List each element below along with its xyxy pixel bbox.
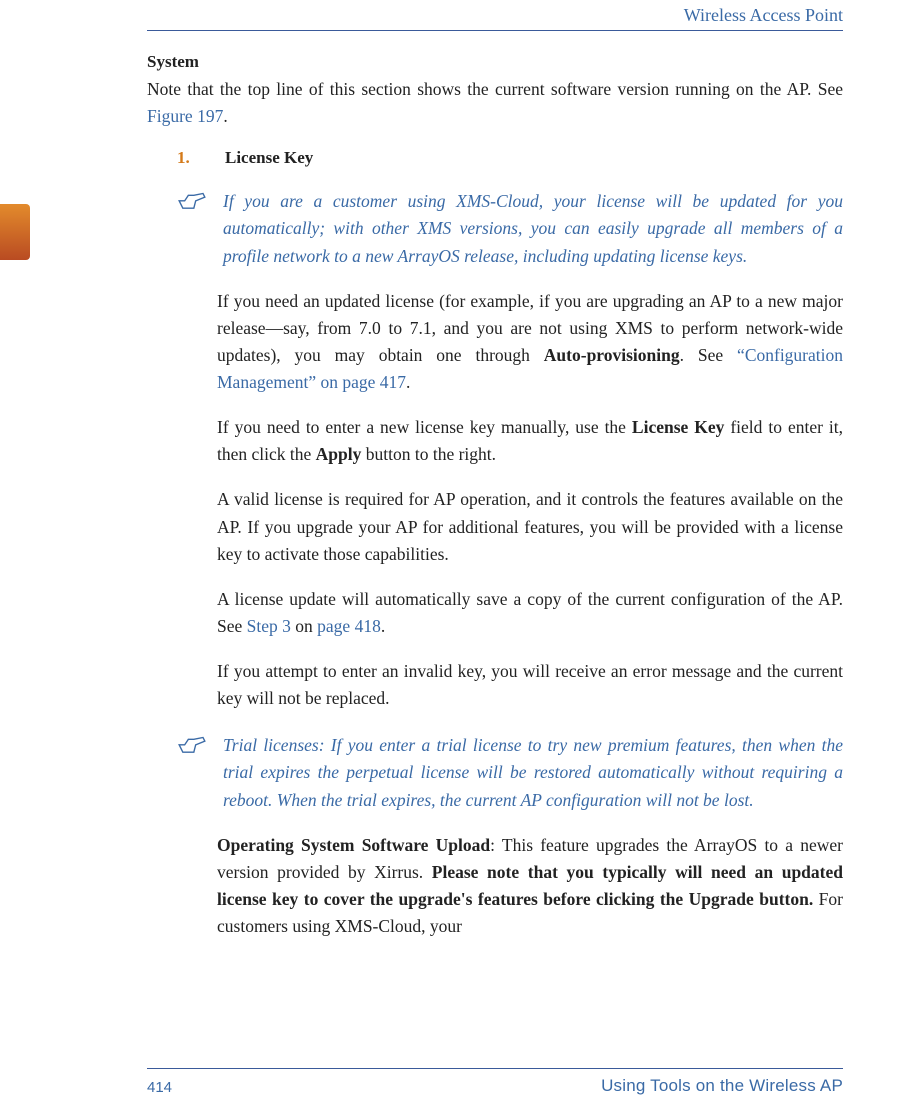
p1-mid: . See [680,345,737,365]
page418-link[interactable]: page 418 [317,616,381,636]
p6-b1: Operating System Software Upload [217,835,490,855]
p2-b2: Apply [316,444,362,464]
indent-block: If you need an updated license (for exam… [217,288,843,713]
footer-title: Using Tools on the Wireless AP [601,1076,843,1096]
intro-text: Note that the top line of this section s… [147,76,843,130]
sidebar-tab [0,204,30,260]
p2-b1: License Key [632,417,724,437]
page: Wireless Access Point System Note that t… [0,0,901,1114]
note-trial-license: Trial licenses: If you enter a trial lic… [177,732,843,813]
p4-post: . [381,616,385,636]
indent-block-2: Operating System Software Upload: This f… [217,832,843,941]
content-area: System Note that the top line of this se… [147,52,843,1044]
para-valid-license: A valid license is required for AP opera… [217,486,843,567]
header-title: Wireless Access Point [684,5,843,26]
list-item-1: 1. License Key [177,148,843,168]
para-invalid-key: If you attempt to enter an invalid key, … [217,658,843,712]
header-rule [147,30,843,31]
hand-note-icon [177,188,223,269]
para-license-key-field: If you need to enter a new license key m… [217,414,843,468]
section-heading: System [147,52,843,72]
note-xms-cloud: If you are a customer using XMS-Cloud, y… [177,188,843,269]
intro-pre: Note that the top line of this section s… [147,79,843,99]
list-label: License Key [225,148,313,168]
figure-link[interactable]: Figure 197 [147,106,223,126]
p2-post: button to the right. [361,444,496,464]
step3-link[interactable]: Step 3 [247,616,291,636]
p2-pre: If you need to enter a new license key m… [217,417,632,437]
p1-post: . [406,372,410,392]
para-auto-provisioning: If you need an updated license (for exam… [217,288,843,397]
note-text: If you are a customer using XMS-Cloud, y… [223,188,843,269]
para-os-upload: Operating System Software Upload: This f… [217,832,843,941]
p1-bold: Auto-provisioning [544,345,680,365]
footer-rule [147,1068,843,1069]
p4-on: on [291,616,317,636]
para-auto-save: A license update will automatically save… [217,586,843,640]
hand-note-icon [177,732,223,813]
note-text: Trial licenses: If you enter a trial lic… [223,732,843,813]
page-number: 414 [147,1079,172,1096]
intro-post: . [223,106,227,126]
list-number: 1. [177,148,225,168]
